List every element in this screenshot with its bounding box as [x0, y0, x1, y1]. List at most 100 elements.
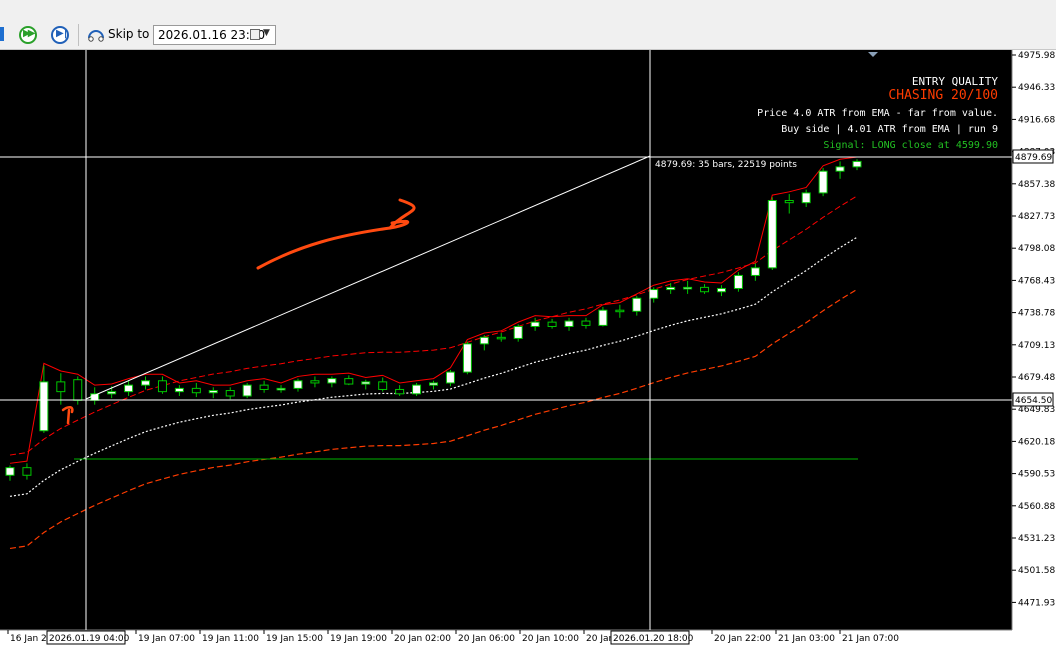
candle-body — [157, 380, 167, 393]
candle-body — [598, 309, 608, 326]
step-to-end-button[interactable]: ▶| — [51, 26, 69, 44]
candle-body — [5, 467, 15, 476]
candle-body — [39, 381, 49, 432]
candle-body — [22, 467, 32, 476]
time-tick-label: 20 Jan 06:00 — [458, 634, 515, 644]
candle-body — [835, 166, 845, 172]
candle-body — [733, 274, 743, 289]
price-tick-label: 4738.78 — [1018, 309, 1055, 319]
svg-text:4654.50: 4654.50 — [1015, 396, 1052, 406]
time-tick-label: 21 Jan 03:00 — [778, 634, 835, 644]
fast-forward-icon: ▶▶ — [23, 28, 36, 39]
skip-to-label: Skip to — [108, 27, 150, 41]
time-tick-label: 21 Jan 07:00 — [842, 634, 899, 644]
candle-body — [852, 160, 862, 168]
time-tick-label: 19 Jan 15:00 — [266, 634, 323, 644]
price-tick-label: 4560.88 — [1018, 502, 1055, 512]
price-tick-label: 4975.98 — [1018, 51, 1055, 61]
crosshair-price-label-upper: 4879.69 — [1012, 149, 1054, 164]
price-tick-label: 4798.08 — [1018, 244, 1055, 254]
candle-body — [530, 321, 540, 327]
candle-body — [767, 200, 777, 269]
time-tick-label: 20 Jan 02:00 — [394, 634, 451, 644]
candle-body — [191, 387, 201, 394]
candle-body — [750, 267, 760, 276]
price-tick-label: 4827.73 — [1018, 212, 1055, 222]
panel-title: ENTRY QUALITY — [912, 75, 998, 88]
toolbar-edge-button[interactable] — [0, 27, 4, 41]
price-tick-label: 4620.18 — [1018, 437, 1055, 447]
candle-body — [208, 390, 218, 394]
candle-body — [242, 384, 252, 397]
time-tick-label: 20 Jan 22:00 — [714, 634, 771, 644]
price-tick-label: 4857.38 — [1018, 180, 1055, 190]
candle-body — [818, 170, 828, 194]
price-tick-label: 4501.58 — [1018, 566, 1055, 576]
panel-signal: Signal: LONG close at 4599.90 — [823, 140, 998, 151]
candle-body — [615, 309, 625, 313]
candle-body — [479, 336, 489, 345]
candle-body — [293, 380, 303, 389]
measure-label: 4879.69: 35 bars, 22519 points — [655, 160, 797, 170]
fast-forward-button[interactable]: ▶▶ — [19, 26, 37, 44]
candle-body — [56, 381, 66, 393]
chart-area[interactable] — [0, 50, 1012, 630]
price-tick-label: 4946.33 — [1018, 83, 1055, 93]
candle-body — [276, 387, 286, 391]
candle-body — [700, 286, 710, 293]
candle-body — [445, 371, 455, 384]
price-tick-label: 4531.23 — [1018, 534, 1055, 544]
candle-body — [429, 382, 438, 386]
toolbar-separator — [78, 24, 79, 46]
time-tick-label: 19 Jan 11:00 — [202, 634, 259, 644]
skip-to-icon[interactable] — [86, 26, 106, 42]
price-tick-label: 4471.93 — [1018, 598, 1055, 608]
candle-body — [259, 384, 269, 390]
time-tick-label: 16 Jan 22 — [10, 634, 53, 644]
candle-body — [174, 387, 184, 393]
candle-body — [784, 200, 794, 204]
skip-to-date-field[interactable]: 2026.01.16 23:00 ▼ — [153, 25, 276, 45]
time-tick-label: 19 Jan 07:00 — [138, 634, 195, 644]
candle-body — [412, 384, 422, 395]
price-tick-label: 4649.83 — [1018, 405, 1055, 415]
candle-body — [666, 286, 676, 291]
panel-status: CHASING 20/100 — [888, 88, 998, 103]
price-chart[interactable]: 4879.69: 35 bars, 22519 points ENTRY QUA… — [0, 50, 1056, 656]
crosshair-time-label-right: 2026.01.20 18:00 — [610, 630, 694, 645]
panel-line-2: Buy side | 4.01 ATR from EMA | run 9 — [781, 124, 998, 135]
time-tick-label: 20 Jan 10:00 — [522, 634, 579, 644]
calendar-icon[interactable] — [250, 29, 260, 40]
step-to-end-icon: ▶| — [56, 28, 68, 39]
candle-body — [310, 380, 320, 384]
candle-body — [801, 192, 811, 204]
price-tick-label: 4916.68 — [1018, 115, 1055, 125]
crosshair-price-label-lower: 4654.50 — [1012, 392, 1054, 407]
candle-body — [73, 379, 83, 401]
candle-body — [564, 320, 574, 327]
candle-body — [683, 286, 693, 290]
candle-body — [124, 384, 134, 393]
candle-body — [513, 325, 523, 339]
price-tick-label: 4709.13 — [1018, 341, 1055, 351]
candle-body — [395, 388, 405, 395]
candle-body — [716, 287, 726, 293]
panel-line-1: Price 4.0 ATR from EMA - far from value. — [757, 108, 998, 119]
candle-body — [581, 320, 591, 326]
candle-body — [462, 343, 472, 373]
price-tick-label: 4590.53 — [1018, 470, 1055, 480]
toolbar: ▶▶ ▶| Skip to 2026.01.16 23:00 ▼ — [0, 0, 1056, 50]
candle-body — [649, 289, 659, 299]
svg-text:2026.01.20 18:00: 2026.01.20 18:00 — [613, 634, 694, 644]
time-tick-label: 19 Jan 19:00 — [330, 634, 387, 644]
svg-text:2026.01.19 04:00: 2026.01.19 04:00 — [49, 634, 130, 644]
candle-body — [225, 390, 235, 397]
candle-body — [632, 297, 642, 312]
price-tick-label: 4679.48 — [1018, 373, 1055, 383]
price-tick-label: 4768.43 — [1018, 276, 1055, 286]
candle-body — [496, 336, 506, 340]
price-axis[interactable] — [1012, 50, 1056, 656]
candle-body — [361, 381, 371, 385]
chevron-down-icon[interactable]: ▼ — [263, 28, 270, 38]
candle-body — [547, 321, 557, 327]
